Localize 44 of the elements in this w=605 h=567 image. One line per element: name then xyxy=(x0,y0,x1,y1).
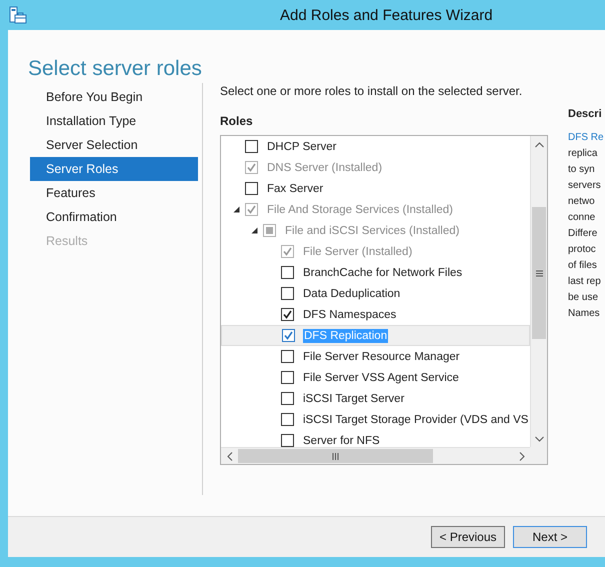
wizard-step[interactable]: Confirmation xyxy=(30,205,198,229)
wizard-step[interactable]: Server Selection xyxy=(30,133,198,157)
description-text: servers xyxy=(568,179,602,193)
checkbox[interactable] xyxy=(245,182,258,195)
description-text: netwo xyxy=(568,195,596,209)
wizard-step[interactable]: Features xyxy=(30,181,198,205)
description-text: to syn xyxy=(568,163,596,177)
previous-button[interactable]: < Previous xyxy=(431,526,505,548)
grip-icon xyxy=(332,452,339,460)
description-text: Names xyxy=(568,307,601,321)
wizard-step[interactable]: Before You Begin xyxy=(30,85,198,109)
description-heading: Descri xyxy=(568,108,603,120)
description-text: protoc xyxy=(568,243,597,257)
check-icon xyxy=(247,163,256,172)
wizard-step[interactable]: Server Roles xyxy=(30,157,198,181)
check-icon xyxy=(247,205,256,214)
role-label[interactable]: Fax Server xyxy=(266,182,324,196)
description-text: be use xyxy=(568,291,600,305)
description-text: replica xyxy=(568,147,598,161)
roles-heading: Roles xyxy=(220,114,254,128)
description-text: last rep xyxy=(568,275,602,289)
description-text: conne xyxy=(568,211,596,225)
instruction-text: Select one or more roles to install on the selected server. xyxy=(220,84,524,98)
page-title: Select server roles xyxy=(27,56,203,82)
check-icon xyxy=(283,310,292,319)
scroll-up-icon xyxy=(535,142,544,148)
horizontal-scrollbar[interactable] xyxy=(221,447,530,464)
scroll-right-icon xyxy=(518,452,524,461)
description-link[interactable]: DFS Re xyxy=(568,130,604,146)
scroll-down-icon xyxy=(535,436,544,442)
description-text: of files xyxy=(568,259,598,273)
next-button[interactable]: Next > xyxy=(513,526,587,548)
vertical-scrollbar[interactable] xyxy=(530,136,547,447)
role-label[interactable]: DHCP Server xyxy=(266,140,338,154)
partial-check-icon xyxy=(266,227,273,234)
check-icon xyxy=(283,247,292,256)
scroll-left-icon xyxy=(226,452,232,461)
server-manager-icon xyxy=(9,6,27,24)
grip-icon xyxy=(536,270,542,276)
description-text: Differe xyxy=(568,227,598,241)
check-icon xyxy=(284,331,293,340)
wizard-step[interactable]: Installation Type xyxy=(30,109,198,133)
checkbox[interactable] xyxy=(245,140,258,153)
window-title: Add Roles and Features Wizard xyxy=(280,6,493,24)
